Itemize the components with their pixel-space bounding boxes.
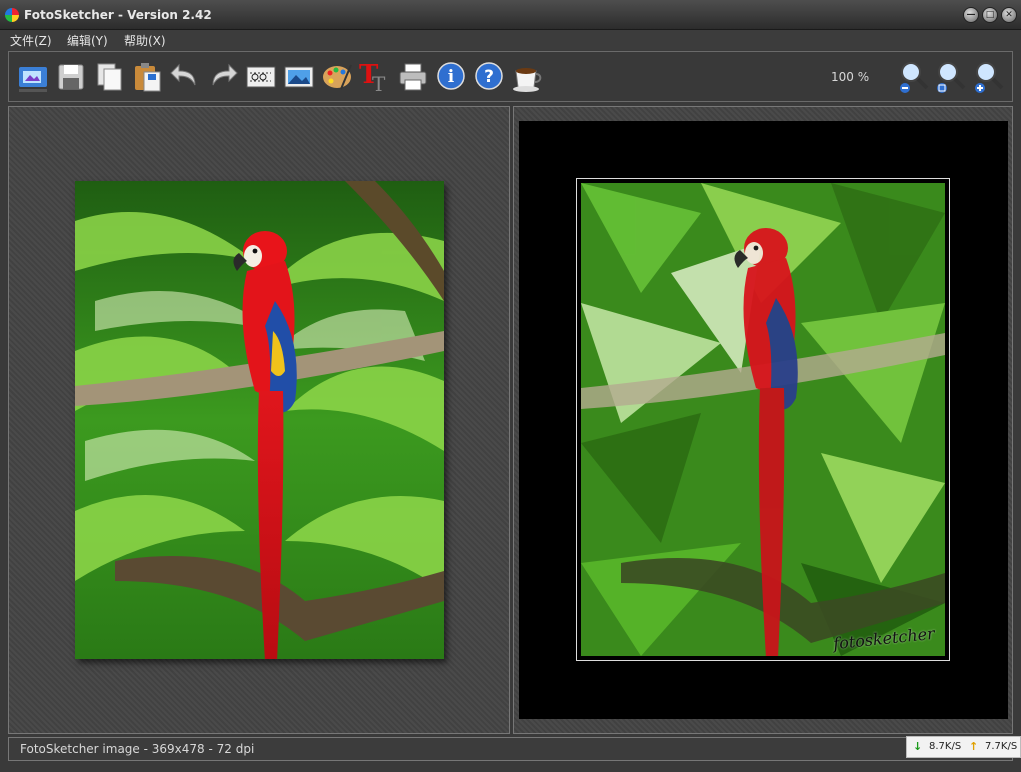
paste-icon: [135, 63, 161, 92]
sketch-photo[interactable]: fotosketcher: [581, 183, 945, 656]
printer-icon: [399, 63, 427, 91]
svg-text:T: T: [372, 72, 386, 95]
menu-edit[interactable]: 编辑(Y): [67, 32, 108, 49]
zoom-fit-icon: [937, 62, 966, 93]
svg-text:?: ?: [484, 67, 494, 87]
paste-button[interactable]: [131, 59, 163, 95]
zoom-out-button[interactable]: [898, 59, 930, 95]
result-frame: fotosketcher: [576, 178, 950, 661]
sketch-result-panel: fotosketcher: [513, 106, 1013, 734]
original-macaw-image: [75, 181, 444, 659]
zoom-fit-button[interactable]: [935, 59, 967, 95]
crop-scissors-icon: [246, 66, 276, 88]
coffee-cup-icon: [513, 68, 542, 92]
donate-button[interactable]: [511, 59, 543, 95]
undo-arrow-icon: [170, 63, 196, 86]
copy-button[interactable]: [93, 59, 125, 95]
redo-arrow-icon: [212, 63, 238, 86]
zoom-in-button[interactable]: [973, 59, 1005, 95]
painted-macaw-image: [581, 183, 945, 656]
copy-icon: [97, 63, 122, 91]
help-question-icon: ?: [475, 62, 503, 90]
text-tt-icon: T T: [359, 60, 386, 95]
result-canvas: fotosketcher: [519, 121, 1008, 719]
maximize-button[interactable]: □: [982, 7, 998, 23]
drawing-parameters-button[interactable]: [321, 59, 353, 95]
info-icon: i: [437, 62, 465, 90]
image-adjust-button[interactable]: [283, 59, 315, 95]
close-button[interactable]: ✕: [1001, 7, 1017, 23]
upload-arrow-icon: ↑: [969, 740, 979, 753]
minimize-button[interactable]: —: [963, 7, 979, 23]
open-image-button[interactable]: [17, 59, 49, 95]
original-image-panel: [8, 106, 510, 734]
download-arrow-icon: ↓: [913, 740, 923, 753]
window-title: FotoSketcher - Version 2.42: [24, 8, 212, 22]
original-photo[interactable]: [75, 181, 444, 659]
save-button[interactable]: [55, 59, 87, 95]
download-speed: 8.7K/S: [929, 741, 962, 752]
title-bar: FotoSketcher - Version 2.42 — □ ✕: [0, 0, 1021, 30]
undo-button[interactable]: [169, 59, 201, 95]
zoom-out-icon: [900, 62, 929, 93]
svg-text:i: i: [448, 67, 455, 87]
upload-speed: 7.7K/S: [985, 741, 1018, 752]
floppy-disk-icon: [58, 64, 84, 90]
network-speed-widget[interactable]: ↓ 8.7K/S ↑ 7.7K/S: [906, 736, 1021, 758]
toolbar: T T i ? 100 %: [8, 51, 1013, 102]
zoom-in-icon: [975, 62, 1004, 93]
palette-icon: [323, 64, 352, 90]
about-button[interactable]: i: [435, 59, 467, 95]
help-button[interactable]: ?: [473, 59, 505, 95]
print-button[interactable]: [397, 59, 429, 95]
crop-button[interactable]: [245, 59, 277, 95]
status-bar: FotoSketcher image - 369x478 - 72 dpi: [8, 737, 1013, 761]
folder-picture-icon: [19, 67, 47, 92]
menu-bar: 文件(Z) 编辑(Y) 帮助(X): [0, 30, 1021, 50]
app-logo-icon: [5, 8, 19, 22]
zoom-level-label: 100 %: [831, 70, 870, 84]
menu-help[interactable]: 帮助(X): [124, 32, 166, 49]
image-info-text: FotoSketcher image - 369x478 - 72 dpi: [20, 742, 255, 756]
landscape-image-icon: [284, 66, 314, 88]
redo-button[interactable]: [207, 59, 239, 95]
menu-file[interactable]: 文件(Z): [10, 32, 52, 49]
add-text-button[interactable]: T T: [359, 59, 391, 95]
